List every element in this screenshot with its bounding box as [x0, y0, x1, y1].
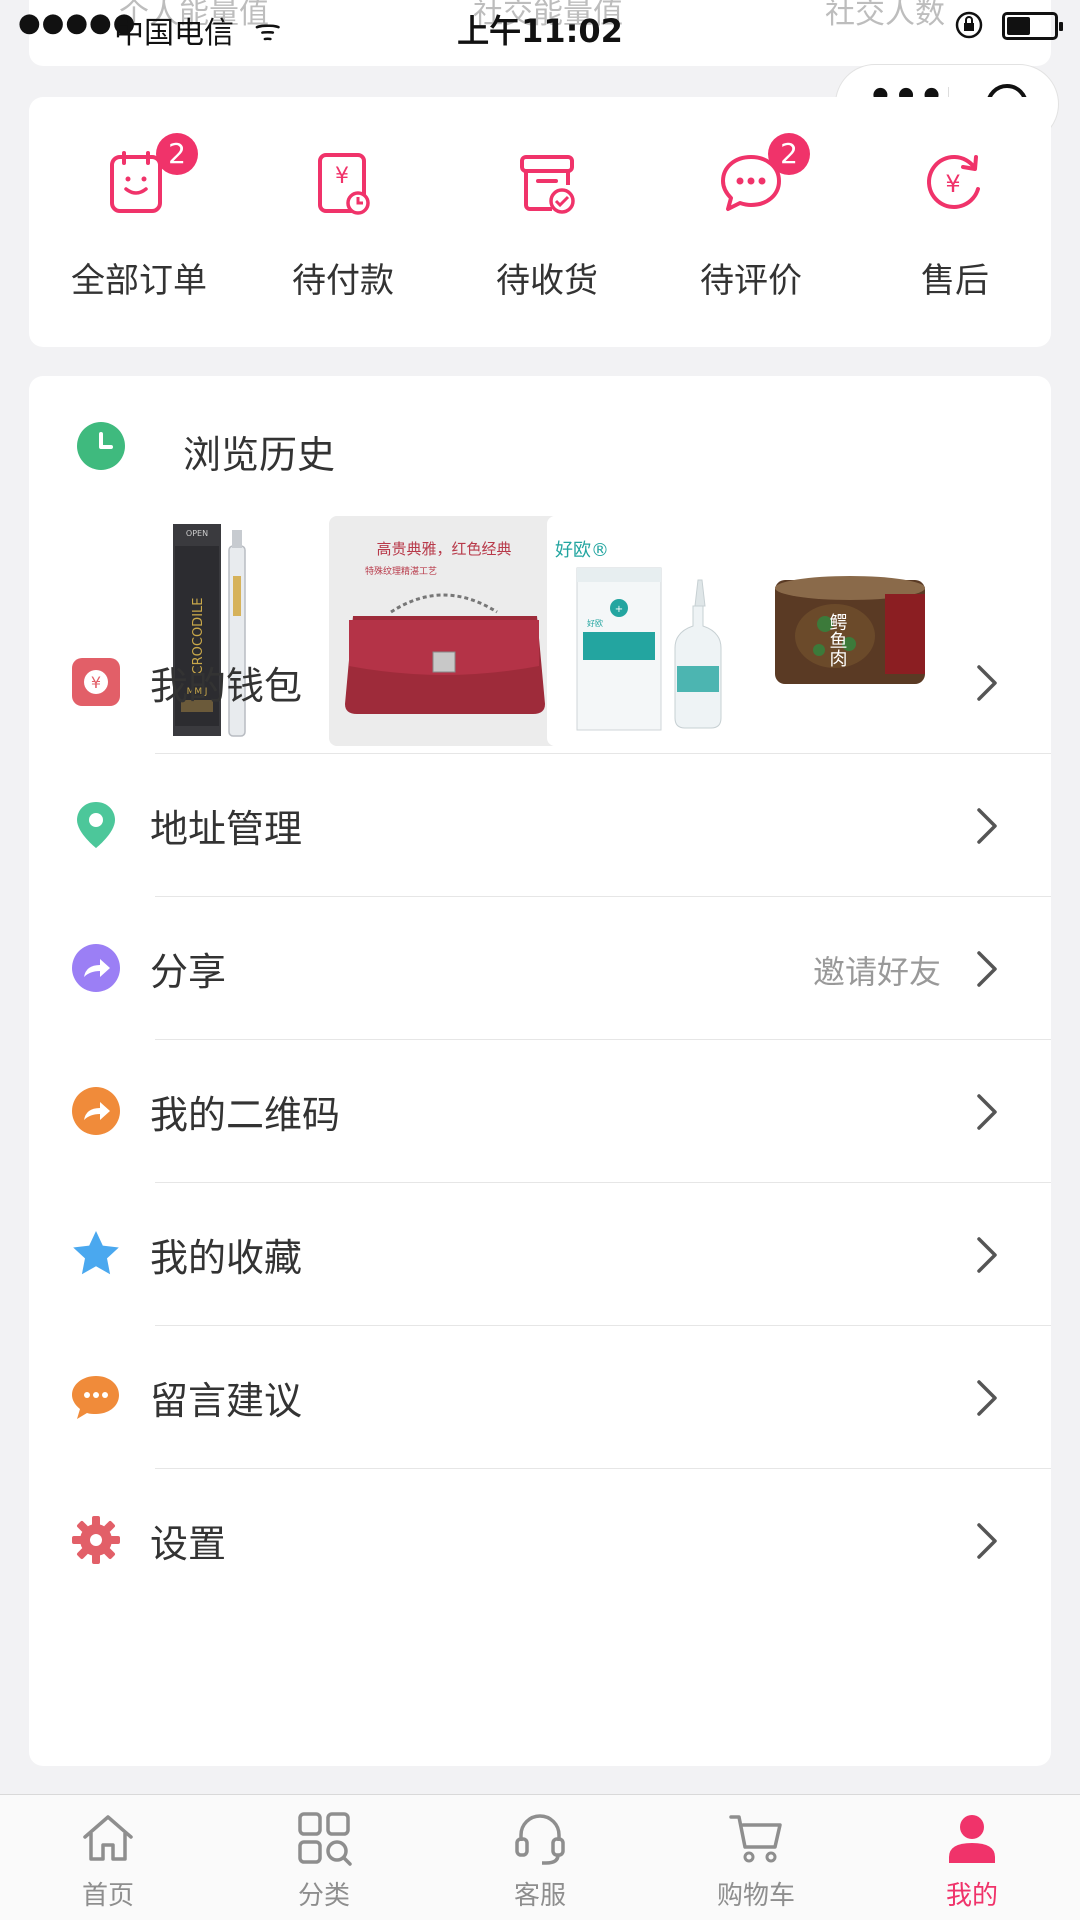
- tab-label: 我的: [945, 1881, 998, 1911]
- pending-payment-icon: ¥: [318, 153, 370, 215]
- battery-icon: [1002, 12, 1063, 40]
- product-text: OPEN: [186, 529, 208, 538]
- order-label: 待付款: [292, 261, 394, 301]
- share-icon: [72, 944, 120, 992]
- svg-text:¥: ¥: [91, 673, 101, 692]
- wallet-icon: ¥: [72, 658, 120, 706]
- after-sales-icon: ¥: [927, 155, 980, 209]
- menu-label: 我的二维码: [150, 1093, 341, 1137]
- message-icon: [72, 1376, 119, 1419]
- chevron-right-icon: [977, 1094, 997, 1130]
- order-pending-review[interactable]: 2 待评价: [649, 133, 853, 319]
- home-icon: [83, 1815, 133, 1861]
- tab-service[interactable]: 客服: [432, 1805, 648, 1915]
- order-all[interactable]: 2 全部订单: [37, 133, 241, 319]
- qrcode-share-icon: [72, 1087, 120, 1135]
- menu-item-address[interactable]: 地址管理: [29, 754, 1051, 897]
- svg-text:¥: ¥: [335, 164, 349, 189]
- menu-label: 留言建议: [150, 1379, 303, 1423]
- tab-label: 分类: [297, 1881, 350, 1911]
- tab-label: 购物车: [716, 1881, 795, 1911]
- menu-item-wallet[interactable]: ¥ 我的钱包: [29, 611, 1051, 754]
- order-label: 全部订单: [71, 261, 207, 301]
- menu-label: 我的钱包: [150, 664, 303, 708]
- order-badge: 2: [156, 133, 198, 175]
- gear-icon: [72, 1516, 120, 1564]
- tab-mine[interactable]: 我的: [864, 1805, 1080, 1915]
- tab-label: 首页: [81, 1881, 134, 1911]
- menu-label: 我的收藏: [150, 1236, 303, 1280]
- product-text: 好欧®: [555, 540, 609, 561]
- location-pin-icon: [77, 802, 115, 848]
- order-label: 售后: [921, 261, 989, 301]
- menu-label: 地址管理: [150, 807, 303, 851]
- status-time: 上午11:02: [457, 12, 623, 50]
- headset-icon: [515, 1814, 565, 1865]
- profile-menu-card: 浏览历史 OPEN CROCODILE MMJJ 高贵典雅，红色经典 特殊纹理精…: [29, 376, 1051, 1766]
- order-after-sales[interactable]: ¥ 售后: [853, 149, 1057, 319]
- chevron-right-icon: [977, 808, 997, 844]
- tab-category[interactable]: 分类: [216, 1805, 432, 1915]
- status-bar: ●●●●● 中国电信 ᯤ 上午11:02: [0, 0, 1080, 54]
- menu-hint: 邀请好友: [812, 953, 941, 991]
- pending-receipt-icon: [520, 155, 575, 214]
- chevron-right-icon: [977, 951, 997, 987]
- order-pending-receipt[interactable]: 待收货: [445, 149, 649, 319]
- chevron-right-icon: [977, 1237, 997, 1273]
- tab-bar: 首页 分类 客服 购物车 我的: [0, 1794, 1080, 1920]
- cart-icon: [729, 1815, 782, 1863]
- clock-icon: [77, 422, 125, 470]
- order-pending-payment[interactable]: ¥ 待付款: [241, 149, 445, 319]
- chevron-right-icon: [977, 1523, 997, 1559]
- menu-item-favorites[interactable]: 我的收藏: [29, 1183, 1051, 1326]
- tab-cart[interactable]: 购物车: [648, 1805, 864, 1915]
- tab-label: 客服: [513, 1881, 566, 1911]
- rotation-lock-icon: [955, 11, 983, 39]
- tab-home[interactable]: 首页: [0, 1805, 216, 1915]
- user-icon: [949, 1815, 995, 1863]
- chevron-right-icon: [977, 1380, 997, 1416]
- menu-label: 设置: [150, 1522, 227, 1566]
- orders-card: 2 全部订单 ¥ 待付款 待收货 2 待评价 ¥ 售后: [29, 97, 1051, 347]
- menu-item-settings[interactable]: 设置: [29, 1469, 1051, 1612]
- menu-item-share[interactable]: 分享 邀请好友: [29, 897, 1051, 1040]
- menu-item-qrcode[interactable]: 我的二维码: [29, 1040, 1051, 1183]
- order-label: 待评价: [700, 261, 802, 301]
- product-text: 高贵典雅，红色经典: [376, 540, 511, 558]
- product-text: 特殊纹理精湛工艺: [365, 565, 437, 577]
- svg-text:¥: ¥: [945, 170, 960, 198]
- category-icon: [298, 1812, 352, 1866]
- order-badge: 2: [768, 133, 810, 175]
- history-title: 浏览历史: [183, 433, 336, 477]
- menu-label: 分享: [150, 950, 227, 994]
- order-label: 待收货: [496, 261, 598, 301]
- chevron-right-icon: [977, 665, 997, 701]
- menu-item-feedback[interactable]: 留言建议: [29, 1326, 1051, 1469]
- star-icon: [73, 1231, 119, 1275]
